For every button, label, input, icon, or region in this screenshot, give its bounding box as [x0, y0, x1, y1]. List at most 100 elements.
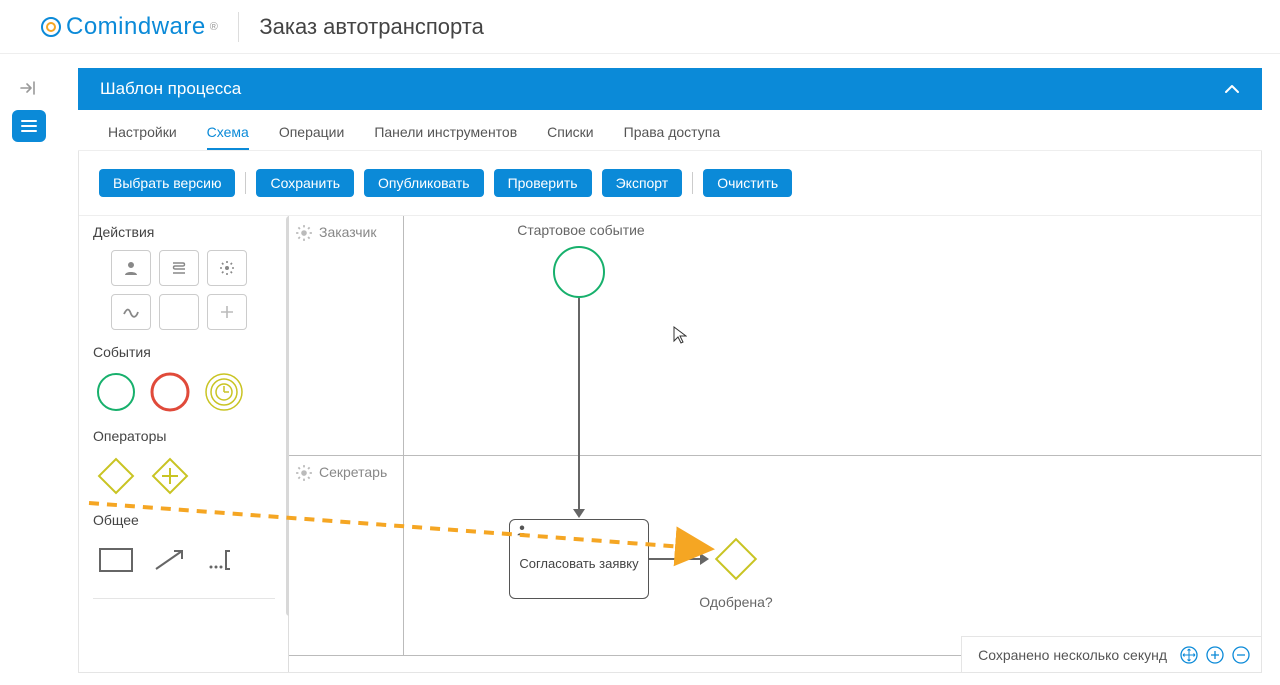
zoom-out-icon	[1232, 646, 1250, 664]
annotation-item[interactable]	[201, 538, 247, 582]
palette-operators-section: Операторы	[93, 428, 275, 498]
move-icon	[1180, 646, 1198, 664]
content-area: Выбрать версию Сохранить Опубликовать Пр…	[78, 151, 1262, 673]
element-palette: Действия	[79, 216, 289, 672]
diamond-icon	[95, 455, 137, 497]
panel-header[interactable]: Шаблон процесса	[78, 68, 1262, 110]
main-panel: Шаблон процесса Настройки Схема Операции…	[78, 68, 1262, 685]
hamburger-icon	[21, 119, 37, 133]
choose-version-button[interactable]: Выбрать версию	[99, 169, 235, 197]
app-title: Заказ автотранспорта	[259, 14, 484, 40]
parallel-gateway-item[interactable]	[147, 454, 193, 498]
tab-lists[interactable]: Списки	[547, 124, 593, 150]
flow-start-to-task[interactable]	[578, 298, 580, 510]
cursor-icon	[673, 326, 687, 349]
annotation-icon	[206, 547, 242, 573]
brand-logo[interactable]: Comindware ®	[40, 13, 218, 41]
start-event-node[interactable]	[553, 246, 605, 298]
script-task-item[interactable]	[159, 250, 199, 286]
publish-button[interactable]: Опубликовать	[364, 169, 484, 197]
end-event-icon	[149, 371, 191, 413]
status-text: Сохранено несколько секунд	[978, 647, 1167, 663]
lane-secretary-header[interactable]: Секретарь	[289, 456, 404, 655]
diagram-canvas[interactable]: Заказчик Секретарь Стартовое событие	[289, 216, 1261, 672]
start-event-icon	[95, 371, 137, 413]
lane-customer-label: Заказчик	[319, 224, 377, 240]
workspace: Действия	[79, 216, 1261, 672]
lane-secretary-label: Секретарь	[319, 464, 387, 480]
left-rail	[0, 54, 58, 142]
pool-item[interactable]	[93, 538, 139, 582]
user-icon	[123, 260, 139, 276]
diamond-icon	[709, 532, 763, 586]
export-button[interactable]: Экспорт	[602, 169, 683, 197]
exclusive-gateway-item[interactable]	[93, 454, 139, 498]
expand-sidebar-button[interactable]	[17, 76, 41, 100]
plus-task-item[interactable]	[207, 294, 247, 330]
statusbar: Сохранено несколько секунд	[961, 636, 1261, 672]
vertical-divider	[238, 12, 239, 42]
clear-button[interactable]: Очистить	[703, 169, 792, 197]
arrowhead-icon	[573, 509, 585, 518]
start-event-item[interactable]	[93, 370, 139, 414]
start-event-label: Стартовое событие	[501, 222, 661, 238]
logo-icon	[40, 16, 62, 38]
zoom-in-button[interactable]	[1205, 645, 1225, 665]
wave-task-item[interactable]	[111, 294, 151, 330]
gateway-label: Одобрена?	[691, 594, 781, 610]
schema-toolbar: Выбрать версию Сохранить Опубликовать Пр…	[79, 151, 1261, 216]
script-icon	[170, 261, 188, 275]
rect-icon	[98, 547, 134, 573]
zoom-out-button[interactable]	[1231, 645, 1251, 665]
service-task-item[interactable]	[207, 250, 247, 286]
diamond-plus-icon	[149, 455, 191, 497]
gear-icon	[295, 224, 313, 242]
palette-actions-section: Действия	[93, 224, 275, 330]
topbar: Comindware ® Заказ автотранспорта	[0, 0, 1280, 54]
lane-customer-header[interactable]: Заказчик	[289, 216, 404, 455]
tab-settings[interactable]: Настройки	[108, 124, 177, 150]
flow-task-to-gateway[interactable]	[649, 558, 701, 560]
lane-secretary[interactable]: Секретарь	[289, 456, 1261, 656]
toolbar-separator	[692, 172, 693, 194]
palette-actions-title: Действия	[93, 224, 275, 240]
tab-access[interactable]: Права доступа	[624, 124, 720, 150]
check-button[interactable]: Проверить	[494, 169, 592, 197]
task-label: Согласовать заявку	[519, 556, 638, 571]
palette-hr	[93, 598, 275, 599]
pan-tool-button[interactable]	[1179, 645, 1199, 665]
tilde-icon	[122, 306, 140, 318]
gear-icon	[295, 464, 313, 482]
palette-events-section: События	[93, 344, 275, 414]
brand-text: Comindware	[66, 13, 206, 41]
gateway-approved[interactable]	[709, 532, 763, 586]
user-task-item[interactable]	[111, 250, 151, 286]
gear-icon	[219, 260, 235, 276]
expand-icon	[20, 80, 38, 96]
arrow-icon	[152, 547, 188, 573]
timer-event-icon	[203, 371, 245, 413]
toolbar-separator	[245, 172, 246, 194]
chevron-up-icon[interactable]	[1224, 84, 1240, 94]
task-approve-request[interactable]: Согласовать заявку	[509, 519, 649, 599]
timer-event-item[interactable]	[201, 370, 247, 414]
tabs: Настройки Схема Операции Панели инструме…	[78, 110, 1262, 151]
blank-task-item[interactable]	[159, 294, 199, 330]
plus-icon	[220, 305, 234, 319]
arrowhead-icon	[700, 553, 709, 565]
lane-customer[interactable]: Заказчик	[289, 216, 1261, 456]
arrow-item[interactable]	[147, 538, 193, 582]
palette-common-title: Общее	[93, 512, 275, 528]
palette-events-title: События	[93, 344, 275, 360]
tab-schema[interactable]: Схема	[207, 124, 249, 150]
palette-operators-title: Операторы	[93, 428, 275, 444]
end-event-item[interactable]	[147, 370, 193, 414]
zoom-in-icon	[1206, 646, 1224, 664]
tab-toolbars[interactable]: Панели инструментов	[374, 124, 517, 150]
panel-title: Шаблон процесса	[100, 79, 241, 99]
user-icon	[516, 524, 528, 539]
menu-button[interactable]	[12, 110, 46, 142]
tab-operations[interactable]: Операции	[279, 124, 345, 150]
palette-common-section: Общее	[93, 512, 275, 599]
save-button[interactable]: Сохранить	[256, 169, 354, 197]
